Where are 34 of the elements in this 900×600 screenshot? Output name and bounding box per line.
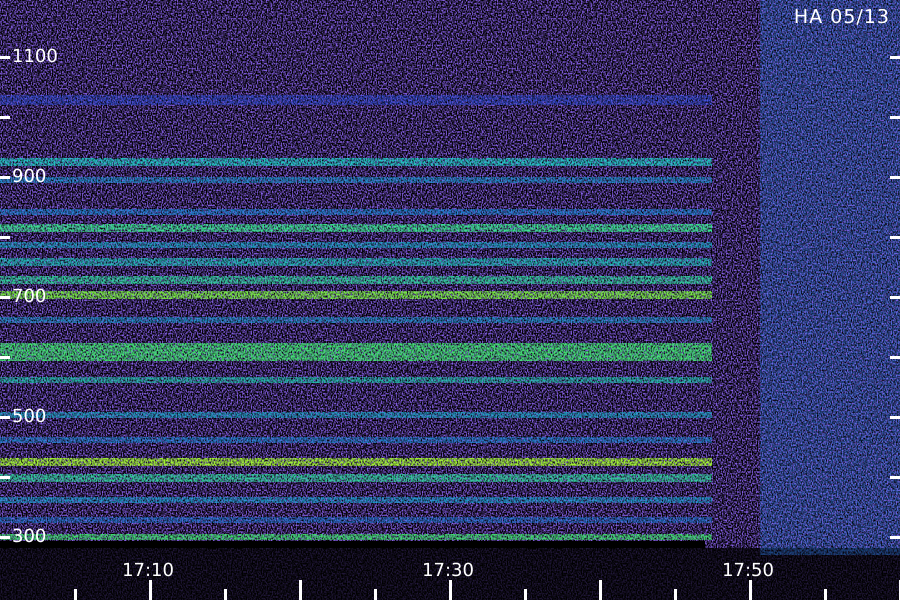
tick-mark	[448, 580, 452, 600]
tick-mark	[298, 580, 302, 600]
tick-mark	[890, 536, 900, 538]
tick-mark	[824, 589, 826, 600]
tick-mark	[890, 116, 900, 118]
tick-mark	[890, 176, 900, 178]
tick-mark	[0, 116, 10, 118]
tick-mark	[0, 236, 10, 238]
tick-mark	[0, 356, 10, 358]
tick-mark	[374, 589, 376, 600]
tick-mark	[0, 56, 10, 58]
tick-mark	[0, 296, 10, 298]
chart-title: HA 05/13	[794, 6, 890, 28]
tick-mark	[748, 580, 752, 600]
tick-mark	[890, 56, 900, 58]
tick-mark	[0, 536, 10, 538]
axis-label: 17:10	[121, 560, 175, 582]
tick-mark	[74, 589, 76, 600]
tick-mark	[674, 589, 676, 600]
tick-mark	[0, 416, 10, 418]
tick-mark	[598, 580, 602, 600]
tick-mark	[0, 476, 10, 478]
axis-label: 17:30	[421, 560, 475, 582]
tick-mark	[524, 589, 526, 600]
tick-mark	[890, 476, 900, 478]
tick-mark	[0, 176, 10, 178]
tick-mark	[148, 580, 152, 600]
tick-mark	[890, 296, 900, 298]
tick-mark	[890, 236, 900, 238]
tick-mark	[890, 356, 900, 358]
axis-label: 17:50	[721, 560, 775, 582]
tick-mark	[890, 416, 900, 418]
tick-mark	[224, 589, 226, 600]
axis-label: 300	[12, 526, 46, 548]
